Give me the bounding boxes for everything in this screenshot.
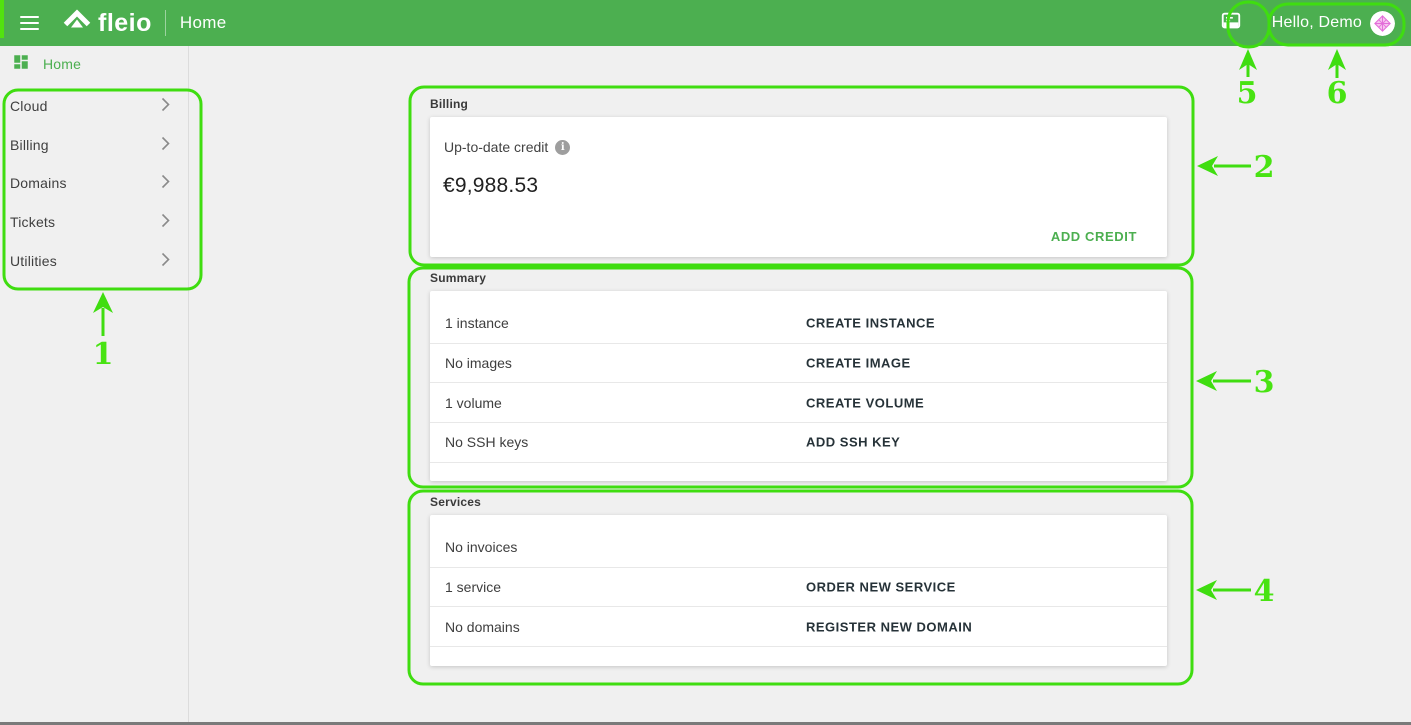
sidebar-item-home[interactable]: Home [0,46,188,82]
sidebar-item-utilities[interactable]: Utilities [0,241,188,280]
row-label: No images [445,355,512,371]
annotation-label-6: 6 [1327,76,1348,111]
row-label: 1 service [445,579,501,595]
row-label: No invoices [445,539,517,555]
summary-row-volumes: 1 volume CREATE VOLUME [430,383,1167,423]
sidebar: Home Cloud Billing Domains Tickets [0,46,189,725]
page-title: Home [180,13,227,33]
sidebar-item-domains[interactable]: Domains [0,164,188,203]
summary-row-ssh-keys: No SSH keys ADD SSH KEY [430,423,1167,463]
services-section-title: Services [430,495,1167,509]
sidebar-item-tickets[interactable]: Tickets [0,203,188,242]
chevron-right-icon [161,97,170,115]
billing-section: Billing Up-to-date credit i €9,988.53 AD… [430,97,1167,257]
row-label: No SSH keys [445,434,528,450]
annotation-label-3: 3 [1254,365,1275,400]
services-section: Services No invoices 1 service ORDER NEW… [430,495,1167,666]
sidebar-item-cloud[interactable]: Cloud [0,87,188,126]
brand-name: fleio [98,11,152,36]
sidebar-item-label: Cloud [10,98,48,114]
add-credit-button[interactable]: ADD CREDIT [1051,229,1137,244]
fleio-logo-icon [63,9,91,38]
register-new-domain-button[interactable]: REGISTER NEW DOMAIN [806,619,972,634]
row-label: No domains [445,619,520,635]
appbar-divider [165,10,166,36]
credit-label: Up-to-date credit [444,139,548,155]
summary-section: Summary 1 instance CREATE INSTANCE No im… [430,271,1167,481]
sidebar-item-label: Domains [10,175,67,191]
appbar-right-group: Hello, Demo [1211,3,1411,43]
sidebar-item-label: Tickets [10,214,55,230]
annotation-arrowhead-6 [1328,49,1346,70]
billing-section-title: Billing [430,97,1167,111]
info-icon[interactable]: i [555,140,570,155]
services-row-domains: No domains REGISTER NEW DOMAIN [430,607,1167,647]
create-instance-button[interactable]: CREATE INSTANCE [806,316,935,331]
row-label: 1 volume [445,395,502,411]
sidebar-menu: Cloud Billing Domains Tickets Utilities [0,87,188,280]
sidebar-item-label: Utilities [10,253,57,269]
services-card: No invoices 1 service ORDER NEW SERVICE … [430,515,1167,666]
services-row-services: 1 service ORDER NEW SERVICE [430,568,1167,608]
messages-button[interactable] [1211,3,1251,43]
credit-amount: €9,988.53 [443,174,1167,198]
hamburger-menu-icon[interactable] [20,16,39,30]
billing-card: Up-to-date credit i €9,988.53 ADD CREDIT [430,117,1167,257]
order-new-service-button[interactable]: ORDER NEW SERVICE [806,580,956,595]
chevron-right-icon [161,174,170,192]
chevron-right-icon [161,252,170,270]
annotation-arrowhead-5 [1239,49,1257,70]
fleio-logo[interactable]: fleio [63,9,152,38]
annotation-label-5: 5 [1237,76,1258,111]
create-volume-button[interactable]: CREATE VOLUME [806,395,924,410]
add-ssh-key-button[interactable]: ADD SSH KEY [806,435,900,450]
user-avatar[interactable] [1370,11,1395,36]
sidebar-item-label: Billing [10,137,49,153]
dashboard-icon [12,53,30,76]
row-label: 1 instance [445,315,509,331]
summary-section-title: Summary [430,271,1167,285]
annotation-arrowhead-2 [1197,156,1218,176]
annotation-label-4: 4 [1254,574,1275,609]
summary-card: 1 instance CREATE INSTANCE No images CRE… [430,291,1167,481]
sidebar-item-billing[interactable]: Billing [0,126,188,165]
summary-row-instances: 1 instance CREATE INSTANCE [430,304,1167,344]
chevron-right-icon [161,136,170,154]
annotation-label-2: 2 [1254,150,1275,185]
annotation-arrowhead-3 [1196,371,1217,391]
user-greeting[interactable]: Hello, Demo [1272,14,1362,32]
corner-artifact [0,0,4,38]
message-icon [1220,10,1242,37]
chevron-right-icon [161,213,170,231]
services-row-invoices: No invoices [430,528,1167,568]
create-image-button[interactable]: CREATE IMAGE [806,356,911,371]
annotation-arrowhead-4 [1196,580,1217,600]
app-bar: fleio Home Hello, Demo [0,0,1411,46]
sidebar-home-label: Home [43,56,81,72]
summary-row-images: No images CREATE IMAGE [430,344,1167,384]
